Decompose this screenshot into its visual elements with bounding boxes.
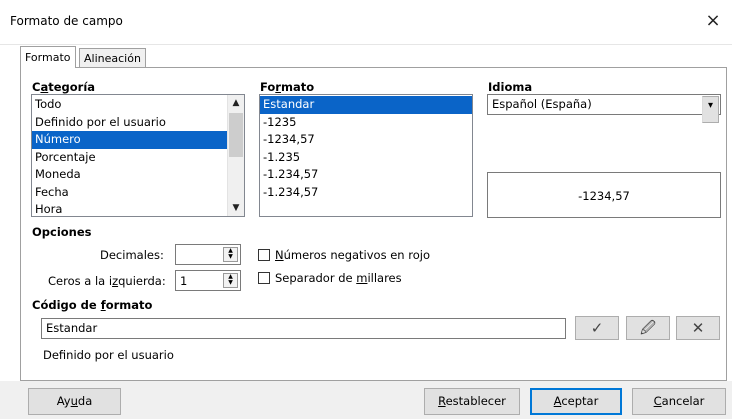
restablecer-button[interactable]: Restablecer	[424, 388, 520, 415]
title-bar: Formato de campo ×	[0, 0, 732, 45]
opciones-header: Opciones	[32, 225, 92, 239]
list-item[interactable]: Definido por el usuario	[32, 114, 228, 132]
formato-header: Formato	[260, 80, 315, 94]
negativos-checkbox[interactable]	[258, 249, 270, 261]
list-item[interactable]: -1.234,57	[260, 184, 472, 202]
negativos-label[interactable]: Números negativos en rojo	[275, 248, 430, 262]
formato-list[interactable]: Estandar -1235 -1234,57 -1.235 -1.234,57…	[259, 94, 473, 217]
list-item[interactable]: -1235	[260, 114, 472, 132]
categoria-list[interactable]: Todo Definido por el usuario Número Porc…	[31, 94, 245, 217]
ayuda-button[interactable]: Ayuda	[28, 388, 121, 415]
list-item[interactable]: -1234,57	[260, 131, 472, 149]
tab-formato[interactable]: Formato	[20, 46, 76, 68]
close-icon[interactable]: ×	[700, 8, 726, 34]
categoria-header: Categoría	[32, 80, 96, 94]
format-code-input[interactable]: Estandar	[41, 318, 566, 339]
list-item[interactable]: Porcentaje	[32, 149, 228, 167]
chevron-down-icon[interactable]: ▼	[228, 200, 244, 216]
ceros-label: Ceros a la izquierda:	[48, 274, 166, 288]
codigo-header: Código de formato	[32, 298, 153, 312]
categoria-scrollbar[interactable]: ▲ ▼	[227, 95, 244, 216]
chevron-down-icon[interactable]: ▾	[702, 96, 719, 123]
idioma-header: Idioma	[488, 80, 533, 94]
separador-label[interactable]: Separador de millares	[275, 271, 402, 285]
scrollbar-thumb[interactable]	[229, 113, 243, 157]
chevron-down-icon[interactable]: ▼	[228, 279, 233, 286]
separador-checkbox[interactable]	[258, 272, 270, 284]
window-title: Formato de campo	[10, 14, 123, 28]
ceros-value: 1	[180, 274, 188, 288]
list-item[interactable]: Todo	[32, 96, 228, 114]
chevron-down-icon[interactable]: ▼	[228, 253, 233, 260]
stepper-buttons[interactable]: ▲ ▼	[223, 247, 238, 262]
aceptar-button[interactable]: Aceptar	[530, 388, 622, 415]
tab-alineacion[interactable]: Alineación	[79, 48, 146, 67]
stepper-buttons[interactable]: ▲ ▼	[223, 273, 238, 288]
idioma-value: Español (España)	[492, 97, 592, 111]
edit-format-icon[interactable]: 🖉	[626, 316, 670, 340]
list-item[interactable]: -1.235	[260, 149, 472, 167]
list-item[interactable]: -1.234,57	[260, 166, 472, 184]
cancelar-button[interactable]: Cancelar	[632, 388, 726, 415]
list-item[interactable]: Moneda	[32, 166, 228, 184]
list-item[interactable]: Fecha	[32, 184, 228, 202]
ceros-stepper[interactable]: 1 ▲ ▼	[175, 270, 241, 291]
idioma-select[interactable]: Español (España) ▾	[487, 94, 721, 123]
list-item[interactable]: Hora	[32, 201, 228, 216]
chevron-up-icon[interactable]: ▲	[228, 95, 244, 111]
checkmark-icon[interactable]: ✓	[575, 316, 619, 340]
preview-value: -1234,57	[578, 189, 630, 203]
decimales-stepper[interactable]: ▲ ▼	[175, 244, 241, 265]
list-item[interactable]: Número	[32, 131, 228, 149]
format-preview: -1234,57	[487, 172, 721, 218]
list-item[interactable]: Estandar	[260, 96, 472, 114]
cross-icon[interactable]: ✕	[676, 316, 720, 340]
format-description: Definido por el usuario	[43, 348, 174, 362]
decimales-label: Decimales:	[100, 248, 164, 262]
